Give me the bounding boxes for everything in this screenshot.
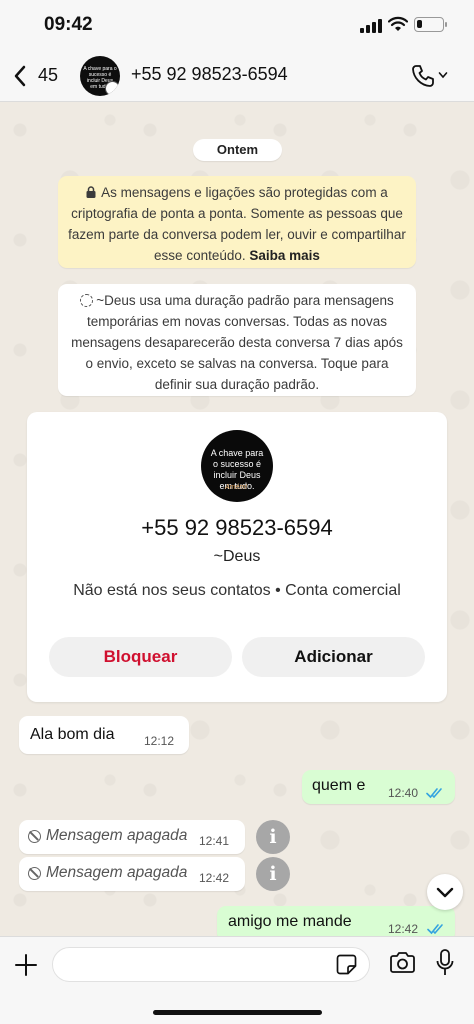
message-text: quem e xyxy=(312,777,366,794)
deleted-icon xyxy=(28,867,41,880)
encryption-notice-text: As mensagens e ligações são protegidas c… xyxy=(68,185,406,263)
card-phone-number: +55 92 98523-6594 xyxy=(141,515,333,540)
contact-avatar[interactable]: A chave para o sucesso é incluir Deus em… xyxy=(80,56,120,96)
message-time: 12:42 xyxy=(388,922,419,936)
disappearing-messages-notice[interactable]: ~Deus usa uma duração padrão para mensag… xyxy=(58,284,416,396)
message-bubble-incoming[interactable]: Ala bom dia 12:12 xyxy=(19,716,189,754)
home-indicator xyxy=(153,1010,322,1015)
back-chevron-icon[interactable] xyxy=(12,64,28,88)
chat-header: 45 A chave para o sucesso é incluir Deus… xyxy=(0,50,474,102)
unread-count[interactable]: 45 xyxy=(38,65,58,86)
message-composer xyxy=(0,936,474,1024)
camera-icon[interactable] xyxy=(389,951,416,975)
deleted-icon xyxy=(28,830,41,843)
message-time: 12:12 xyxy=(144,734,175,748)
add-contact-button[interactable]: Adicionar xyxy=(242,637,425,677)
read-receipt-icon xyxy=(426,788,442,799)
card-contact-status: Não está nos seus contatos • Conta comer… xyxy=(73,582,401,599)
sticker-icon[interactable] xyxy=(336,954,357,975)
message-time: 12:41 xyxy=(199,834,230,848)
chat-area: Ontem As mensagens e ligações são proteg… xyxy=(0,0,474,1024)
message-time: 12:42 xyxy=(199,871,230,885)
cellular-signal-icon xyxy=(360,19,382,33)
card-avatar-signature: Amém! xyxy=(225,484,248,491)
message-text: Ala bom dia xyxy=(30,726,115,743)
scroll-to-bottom-button[interactable] xyxy=(427,874,463,910)
plus-icon[interactable] xyxy=(14,953,38,977)
deleted-message-bubble[interactable]: Mensagem apagada 12:41 xyxy=(19,820,245,854)
chevron-down-icon xyxy=(436,887,454,898)
status-bar: 09:42 xyxy=(0,0,474,50)
contact-name[interactable]: +55 92 98523-6594 xyxy=(131,64,288,85)
read-receipt-icon xyxy=(427,924,443,935)
microphone-icon[interactable] xyxy=(436,949,454,977)
contact-info-card: A chave para o sucesso é incluir Deus em… xyxy=(27,412,447,702)
card-avatar[interactable]: A chave para o sucesso é incluir Deus em… xyxy=(201,430,273,502)
wifi-icon xyxy=(388,16,408,31)
message-text: Mensagem apagada xyxy=(46,827,188,844)
message-bubble-outgoing[interactable]: quem e 12:40 xyxy=(302,770,455,804)
disappearing-timer-icon xyxy=(105,81,120,96)
timer-icon xyxy=(80,294,94,307)
status-time: 09:42 xyxy=(44,14,93,35)
lock-icon xyxy=(86,186,96,198)
learn-more-link[interactable]: Saiba mais xyxy=(249,248,320,263)
message-time: 12:40 xyxy=(388,786,419,800)
message-input[interactable] xyxy=(52,947,370,982)
date-separator: Ontem xyxy=(193,139,282,161)
info-icon[interactable]: i xyxy=(256,820,290,854)
deleted-message-bubble[interactable]: Mensagem apagada 12:42 xyxy=(19,857,245,891)
battery-icon xyxy=(414,17,447,32)
info-icon[interactable]: i xyxy=(256,857,290,891)
encryption-notice[interactable]: As mensagens e ligações são protegidas c… xyxy=(58,176,416,268)
card-profile-name: ~Deus xyxy=(213,548,261,565)
disappearing-notice-text: ~Deus usa uma duração padrão para mensag… xyxy=(71,293,403,392)
block-button[interactable]: Bloquear xyxy=(49,637,232,677)
phone-call-icon[interactable] xyxy=(410,63,436,89)
message-text: Mensagem apagada xyxy=(46,864,188,881)
message-text: amigo me mande xyxy=(228,913,352,930)
chevron-down-icon[interactable] xyxy=(438,70,448,80)
